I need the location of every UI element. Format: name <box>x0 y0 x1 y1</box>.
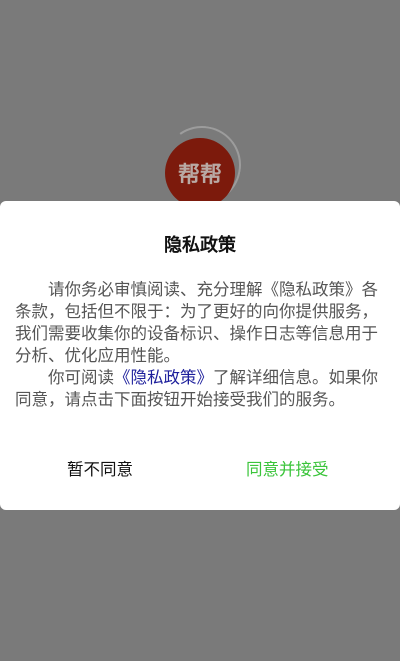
privacy-policy-link[interactable]: 《隐私政策》 <box>114 368 213 387</box>
decline-button[interactable]: 暂不同意 <box>67 456 133 480</box>
paragraph-2-prefix: 你可阅读 <box>48 368 114 387</box>
app-logo: 帮帮 <box>165 138 235 208</box>
policy-paragraph-1: 请你务必审慎阅读、充分理解《隐私政策》各条款，包括但不限于：为了更好的向你提供服… <box>15 280 378 365</box>
dialog-body: 请你务必审慎阅读、充分理解《隐私政策》各条款，包括但不限于：为了更好的向你提供服… <box>15 279 387 411</box>
privacy-dialog: 隐私政策 请你务必审慎阅读、充分理解《隐私政策》各条款，包括但不限于：为了更好的… <box>0 201 400 510</box>
dialog-title: 隐私政策 <box>164 235 236 256</box>
app-logo-area: 帮帮 <box>156 119 248 211</box>
accept-button[interactable]: 同意并接受 <box>246 456 329 480</box>
policy-paragraph-2: 你可阅读《隐私政策》了解详细信息。如果你同意，请点击下面按钮开始接受我们的服务。 <box>15 367 387 411</box>
